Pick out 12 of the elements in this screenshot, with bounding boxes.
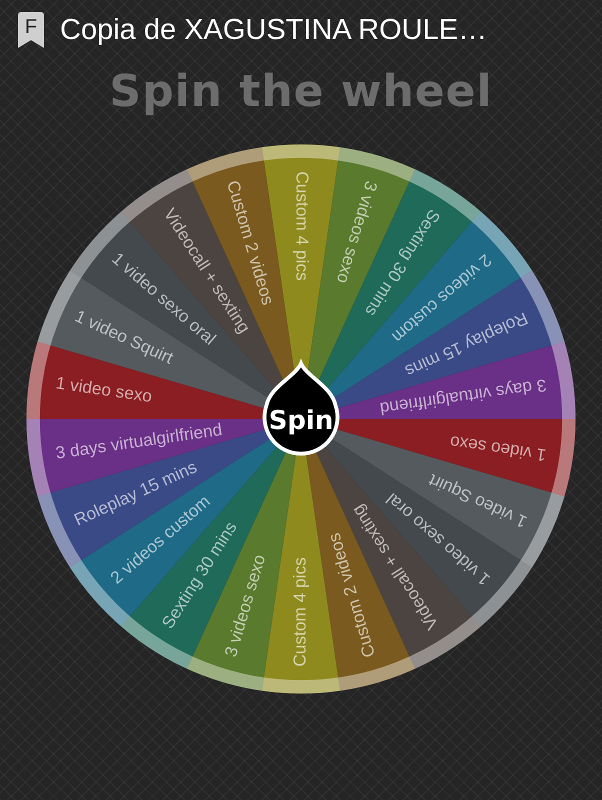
segment-label: 1 video sexo xyxy=(54,372,154,406)
segment-label: 3 days virtualgirlfriend xyxy=(378,375,548,419)
segment-label: Custom 4 pics xyxy=(290,557,310,667)
segment-label: 3 videos sexo xyxy=(332,178,382,286)
segment-label: 3 days virtualgirlfriend xyxy=(54,419,224,463)
app-icon: F xyxy=(18,12,44,48)
page-title: Copia de XAGUSTINA ROULE… xyxy=(60,14,488,46)
heading: Spin the wheel xyxy=(109,66,493,117)
segment-label: Custom 4 pics xyxy=(292,171,312,281)
segment-label: 3 videos sexo xyxy=(220,552,270,660)
segment-label: 1 video sexo xyxy=(448,432,548,466)
spin-button[interactable]: Spin xyxy=(262,361,340,456)
